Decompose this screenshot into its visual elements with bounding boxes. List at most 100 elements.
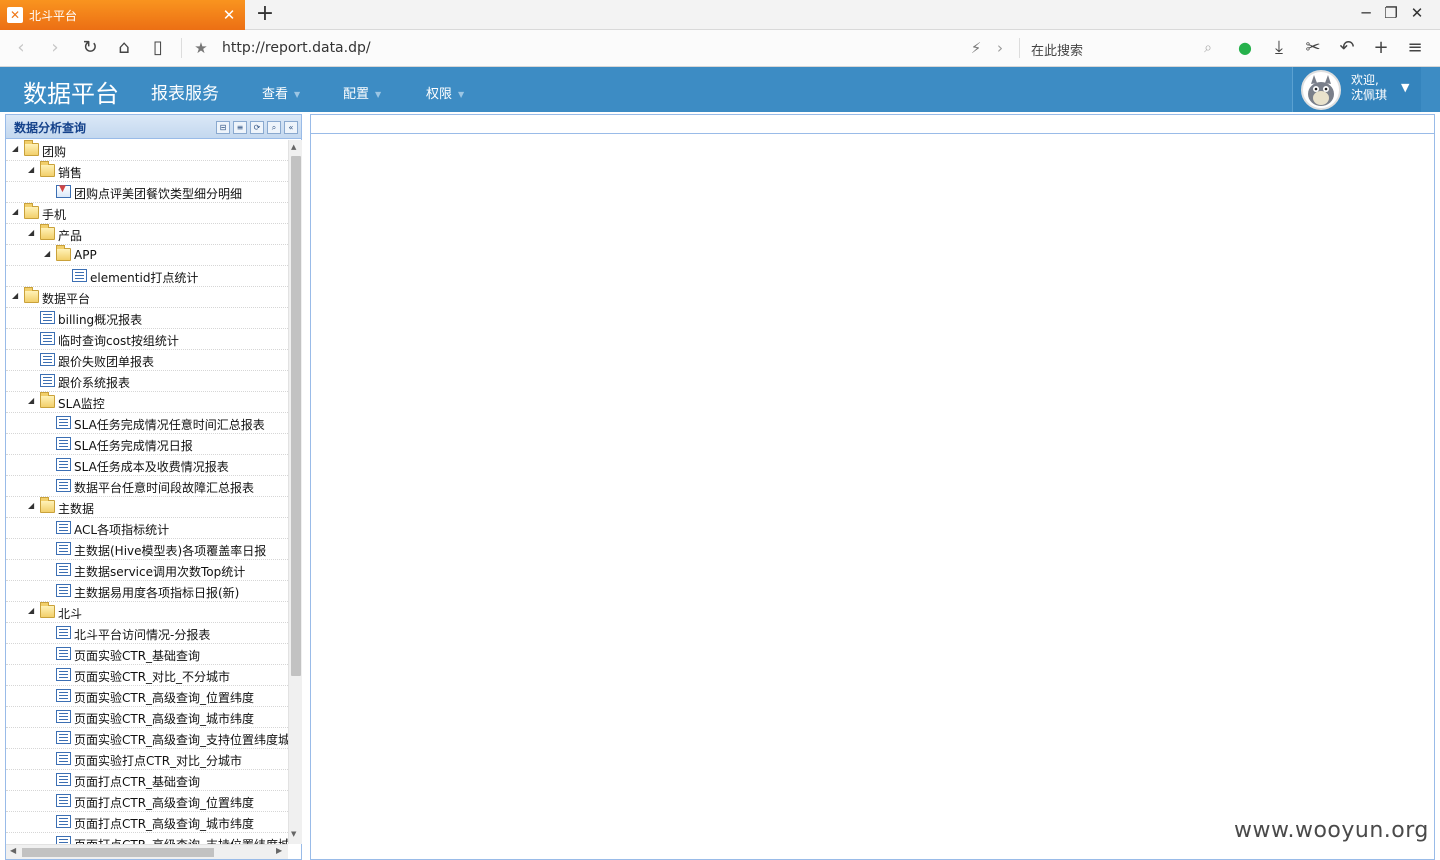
expand-toggle-icon[interactable]: ◢ (28, 396, 38, 405)
folder-icon (24, 287, 39, 303)
home-icon[interactable]: ⌂ (112, 36, 136, 60)
tree-node-label: 页面打点CTR_高级查询_位置纬度 (74, 796, 255, 810)
tree-node-label: 跟价失败团单报表 (58, 355, 155, 369)
download-icon[interactable]: ⤓ (1267, 36, 1291, 60)
tree-report-node[interactable]: 页面打点CTR_高级查询_位置纬度 (6, 791, 288, 812)
back-icon[interactable]: ‹ (9, 36, 33, 60)
tree-folder-node[interactable]: ◢ APP (6, 245, 288, 266)
search-icon[interactable]: ⌕ (1196, 36, 1220, 60)
collapse-all-icon[interactable]: ⊟ (216, 121, 230, 134)
tree-report-node[interactable]: 临时查询cost按组统计 (6, 329, 288, 350)
tree-folder-node[interactable]: ◢ 手机 (6, 203, 288, 224)
tree-report-node[interactable]: SLA任务成本及收费情况报表 (6, 455, 288, 476)
tree-report-node[interactable]: 页面实验CTR_对比_不分城市 (6, 665, 288, 686)
reload-icon[interactable]: ↻ (78, 36, 102, 60)
toolbar-divider (181, 38, 182, 58)
expand-toggle-icon[interactable]: ◢ (28, 606, 38, 615)
tree-node-label: 团购 (42, 145, 67, 159)
tree-report-node[interactable]: 页面实验CTR_基础查询 (6, 644, 288, 665)
browser-tab-active[interactable]: ✕ 北斗平台 ✕ (0, 0, 245, 30)
address-bar[interactable]: http://report.data.dp/ (222, 40, 371, 56)
tree-report-node[interactable]: 页面实验CTR_高级查询_位置纬度 (6, 686, 288, 707)
list-view-icon[interactable]: ≡ (233, 121, 247, 134)
forward-icon[interactable]: › (43, 36, 67, 60)
close-window-icon[interactable]: ✕ (1407, 4, 1427, 22)
collapse-panel-icon[interactable]: « (284, 121, 298, 134)
tree-report-node[interactable]: elementid打点统计 (6, 266, 288, 287)
tree-folder-node[interactable]: ◢ 北斗 (6, 602, 288, 623)
reading-list-icon[interactable]: ▯ (146, 36, 170, 60)
tree-report-node[interactable]: ACL各项指标统计 (6, 518, 288, 539)
report-download-icon (56, 184, 71, 198)
scrollbar-thumb[interactable] (291, 156, 301, 676)
tree-folder-node[interactable]: ◢ 主数据 (6, 497, 288, 518)
restore-window-icon[interactable]: ❐ (1381, 4, 1401, 22)
hamburger-menu-icon[interactable]: ≡ (1403, 36, 1427, 60)
tree-report-node[interactable]: 北斗平台访问情况-分报表 (6, 623, 288, 644)
user-menu[interactable]: 欢迎, 沈佩琪 ▼ (1292, 67, 1421, 112)
tree-folder-node[interactable]: ◢ SLA监控 (6, 392, 288, 413)
expand-toggle-icon[interactable]: ◢ (28, 165, 38, 174)
wechat-icon[interactable]: ● (1233, 36, 1257, 60)
search-input[interactable]: 在此搜索 (1031, 40, 1083, 59)
menu-config[interactable]: 配置 ▼ (343, 83, 381, 102)
caret-down-icon: ▼ (375, 90, 382, 99)
tree-report-node[interactable]: 主数据(Hive模型表)各项覆盖率日报 (6, 539, 288, 560)
tree-folder-node[interactable]: ◢ 团购 (6, 140, 288, 161)
close-tab-icon[interactable]: ✕ (219, 6, 239, 24)
scroll-down-icon[interactable]: ▼ (291, 830, 296, 838)
folder-icon (40, 392, 55, 408)
tree-report-node[interactable]: SLA任务完成情况任意时间汇总报表 (6, 413, 288, 434)
tree-report-node[interactable]: SLA任务完成情况日报 (6, 434, 288, 455)
panel-header: 数据分析查询 ⊟ ≡ ⟳ ⌕ « (6, 115, 301, 139)
tree-node-label: 页面打点CTR_高级查询_城市纬度 (74, 817, 255, 831)
tree-folder-node[interactable]: ◢ 产品 (6, 224, 288, 245)
search-icon[interactable]: ⌕ (267, 121, 281, 134)
scissors-icon[interactable]: ✂ (1301, 36, 1325, 60)
new-tab-button[interactable]: + (254, 1, 276, 26)
expand-toggle-icon[interactable]: ◢ (12, 291, 22, 300)
expand-toggle-icon[interactable]: ◢ (44, 249, 54, 258)
tree-folder-node[interactable]: ◢ 数据平台 (6, 287, 288, 308)
tree-report-node[interactable]: 页面打点CTR_高级查询_支持位置纬度城 (6, 833, 288, 844)
tree-report-node[interactable]: 团购点评美团餐饮类型细分明细 (6, 182, 288, 203)
undo-icon[interactable]: ↶ (1335, 36, 1359, 60)
scroll-up-icon[interactable]: ▲ (291, 143, 296, 151)
panel-title: 数据分析查询 (14, 121, 87, 135)
tree-report-node[interactable]: 页面打点CTR_基础查询 (6, 770, 288, 791)
expand-toggle-icon[interactable]: ◢ (28, 228, 38, 237)
tree-report-node[interactable]: 跟价失败团单报表 (6, 350, 288, 371)
tree-vertical-scrollbar[interactable]: ▲ ▼ (288, 140, 302, 844)
tree-report-node[interactable]: 主数据易用度各项指标日报(新) (6, 581, 288, 602)
tree-report-node[interactable]: 数据平台任意时间段故障汇总报表 (6, 476, 288, 497)
chevron-right-icon[interactable]: › (988, 36, 1012, 60)
tree-horizontal-scrollbar[interactable]: ◀ ▶ (6, 844, 288, 859)
bookmark-star-icon[interactable]: ★ (189, 36, 213, 60)
report-icon (56, 626, 71, 639)
expand-toggle-icon[interactable]: ◢ (28, 501, 38, 510)
minimize-window-icon[interactable]: ─ (1356, 4, 1376, 22)
tree-report-node[interactable]: 页面打点CTR_高级查询_城市纬度 (6, 812, 288, 833)
tree-report-node[interactable]: 页面实验CTR_高级查询_城市纬度 (6, 707, 288, 728)
expand-toggle-icon[interactable]: ◢ (12, 144, 22, 153)
scroll-left-icon[interactable]: ◀ (10, 846, 16, 855)
tree-report-node[interactable]: billing概况报表 (6, 308, 288, 329)
menu-view[interactable]: 查看 ▼ (262, 83, 300, 102)
report-icon (56, 668, 71, 681)
report-icon (56, 836, 71, 844)
report-icon (56, 521, 71, 534)
expand-toggle-icon[interactable]: ◢ (12, 207, 22, 216)
tab-title: 北斗平台 (29, 8, 78, 23)
brand-title[interactable]: 数据平台 (23, 74, 119, 109)
add-icon[interactable]: + (1369, 36, 1393, 60)
menu-permission[interactable]: 权限 ▼ (426, 83, 464, 102)
lightning-icon[interactable]: ⚡ (964, 36, 988, 60)
tree-report-node[interactable]: 主数据service调用次数Top统计 (6, 560, 288, 581)
scroll-right-icon[interactable]: ▶ (276, 846, 282, 855)
tree-folder-node[interactable]: ◢ 销售 (6, 161, 288, 182)
refresh-icon[interactable]: ⟳ (250, 121, 264, 134)
tree-report-node[interactable]: 页面实验打点CTR_对比_分城市 (6, 749, 288, 770)
scrollbar-thumb[interactable] (22, 848, 214, 857)
tree-report-node[interactable]: 页面实验CTR_高级查询_支持位置纬度城 (6, 728, 288, 749)
tree-report-node[interactable]: 跟价系统报表 (6, 371, 288, 392)
